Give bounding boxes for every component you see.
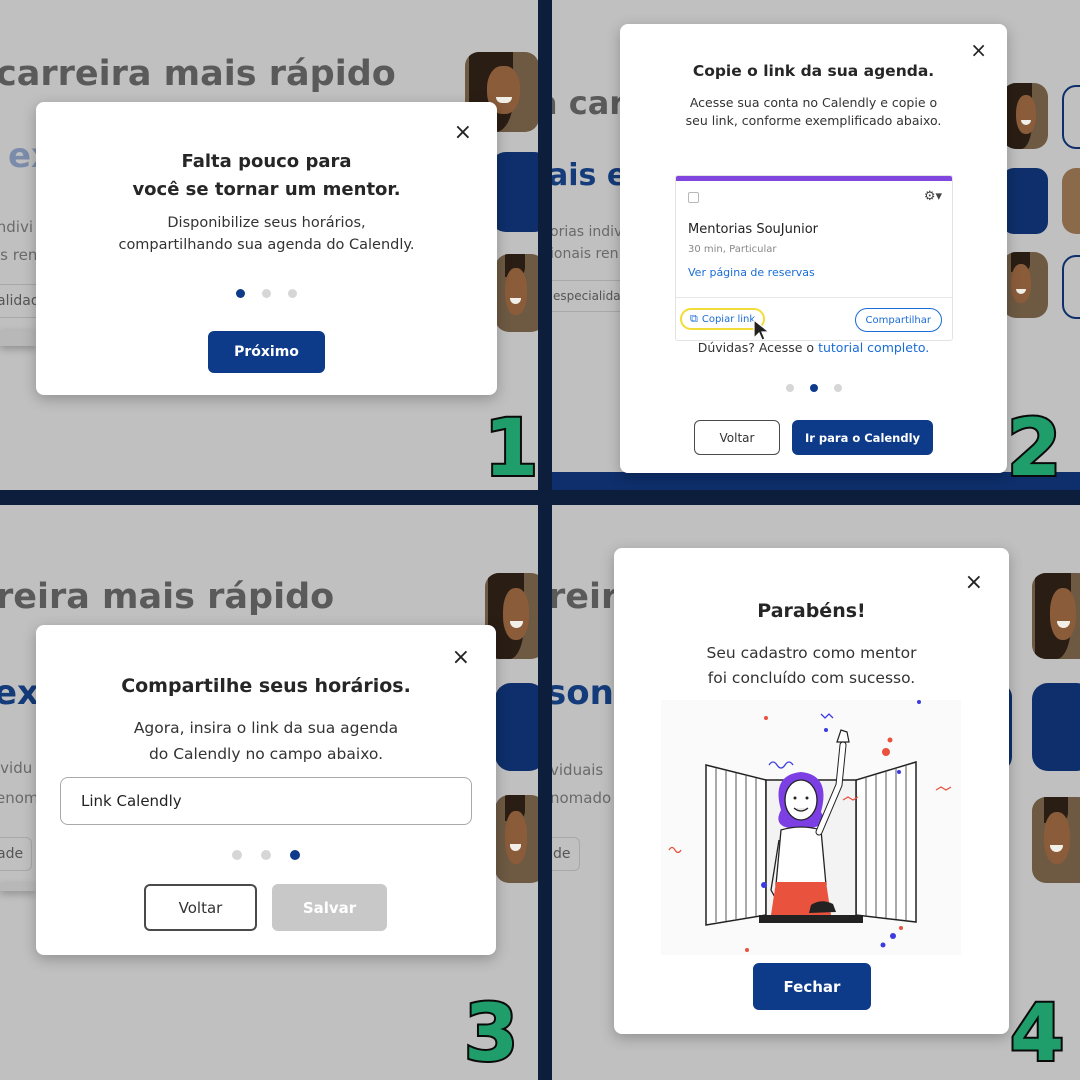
modal-text-line-2: compartilhando sua agenda do Calendly. <box>118 237 415 253</box>
modal-title: Falta pouco para você se tornar um mento… <box>36 148 497 204</box>
bg-card <box>0 330 36 346</box>
avatar <box>1002 252 1048 318</box>
modal-title: Compartilhe seus horários. <box>121 675 411 697</box>
bg-chip: de <box>552 837 580 871</box>
modal-text-line-1: Acesse sua conta no Calendly e copie o <box>689 95 938 110</box>
go-to-calendly-button[interactable]: Ir para o Calendly <box>792 420 933 455</box>
step-dot <box>232 850 242 860</box>
gear-icon: ⚙▾ <box>923 189 942 204</box>
copy-link-label: Copiar link <box>701 313 756 325</box>
bg-text: ividu <box>0 759 33 777</box>
avatar <box>1032 797 1080 883</box>
close-icon[interactable]: × <box>965 572 983 594</box>
avatar <box>1062 168 1080 234</box>
modal-title: Copie o link da sua agenda. <box>692 62 935 80</box>
divider <box>676 297 952 298</box>
booking-page-link: Ver página de reservas <box>688 266 815 279</box>
step-dot-active <box>809 384 818 392</box>
celebration-illustration <box>661 700 961 955</box>
close-button[interactable]: Fechar <box>753 963 871 1010</box>
cursor-icon <box>753 318 771 340</box>
modal-title-line-2: você se tornar um mentor. <box>132 179 401 200</box>
modal-text-line-1: Disponibilize seus horários, <box>167 215 366 231</box>
next-button[interactable]: Próximo <box>208 331 325 373</box>
step-indicator <box>620 384 1007 392</box>
panel-step-4: reira sona viduais nomado de × Parabéns!… <box>552 505 1080 1080</box>
modal-text: Agora, insira o link da sua agenda do Ca… <box>36 715 496 767</box>
event-name: Mentorias SouJunior <box>688 222 818 237</box>
modal-text: Acesse sua conta no Calendly e copie o s… <box>620 94 1007 130</box>
bg-outline-card <box>1062 255 1080 319</box>
modal-text-line-1: Agora, insira o link da sua agenda <box>133 719 399 737</box>
step-number-3: 3 <box>462 989 520 1079</box>
success-modal: × Parabéns! Seu cadastro como mentor foi… <box>614 548 1009 1034</box>
share-example: Compartilhar <box>854 308 942 332</box>
step-indicator <box>36 289 497 298</box>
bg-blue-card <box>1032 683 1080 771</box>
step-indicator <box>36 850 496 860</box>
help-text-label: Dúvidas? Acesse o <box>697 340 815 355</box>
bg-chip: ade <box>0 837 33 871</box>
step-number-1: 1 <box>482 404 538 490</box>
bg-heading: reira mais rápido <box>0 577 335 617</box>
checkbox-icon <box>688 192 699 203</box>
modal-title-line-1: Falta pouco para <box>181 151 352 172</box>
panel-step-2: a carr ais ex orias indiv ionais ren esp… <box>552 0 1080 490</box>
bg-text: s indivi <box>0 218 33 236</box>
copy-icon: ⧉ <box>690 312 698 325</box>
back-button[interactable]: Voltar <box>144 884 257 931</box>
panel-step-3: reira mais rápido exp ividu enom ade × C… <box>0 505 538 1080</box>
modal-text-line-1: Seu cadastro como mentor <box>706 644 917 662</box>
modal-title: Parabéns! <box>757 600 866 622</box>
close-icon[interactable]: × <box>970 40 987 60</box>
modal-text-line-2: do Calendly no campo abaixo. <box>148 745 384 763</box>
avatar <box>1002 83 1048 149</box>
onboarding-modal: × Compartilhe seus horários. Agora, insi… <box>36 625 496 955</box>
modal-text: Seu cadastro como mentor foi concluído c… <box>614 641 1009 691</box>
modal-text-line-2: seu link, conforme exemplificado abaixo. <box>685 113 942 128</box>
bg-blue-card <box>490 152 538 232</box>
save-button[interactable]: Salvar <box>272 884 387 931</box>
card-accent-bar <box>676 176 952 181</box>
close-icon[interactable]: × <box>454 122 472 144</box>
step-dot <box>262 289 271 298</box>
avatar <box>495 254 538 332</box>
avatar <box>1032 573 1080 659</box>
step-dot-active <box>236 289 245 298</box>
calendly-example-card: ⚙▾ Mentorias SouJunior 30 min, Particula… <box>675 175 953 341</box>
onboarding-modal: × Copie o link da sua agenda. Acesse sua… <box>620 24 1007 473</box>
modal-text: Disponibilize seus horários, compartilha… <box>36 212 497 256</box>
step-dot <box>288 289 297 298</box>
bg-outline-card <box>1062 85 1080 149</box>
bg-blue-card <box>495 683 538 771</box>
bg-heading: carreira mais rápido <box>0 54 396 94</box>
help-text: Dúvidas? Acesse o tutorial completo. <box>620 340 1007 355</box>
bg-footer-bar <box>552 472 1080 490</box>
onboarding-modal: × Falta pouco para você se tornar um men… <box>36 102 497 395</box>
step-dot <box>833 384 842 392</box>
back-button[interactable]: Voltar <box>694 420 780 455</box>
step-dot <box>261 850 271 860</box>
bg-text: nomado <box>552 789 612 807</box>
avatar <box>495 795 538 883</box>
step-number-4: 4 <box>1008 989 1066 1079</box>
bg-blue-card <box>1002 168 1048 234</box>
event-meta: 30 min, Particular <box>688 244 777 255</box>
calendly-link-input[interactable]: Link Calendly <box>60 777 472 825</box>
bg-text: ionais ren <box>552 246 619 262</box>
step-dot <box>785 384 794 392</box>
bg-text: enom <box>0 789 39 807</box>
close-icon[interactable]: × <box>452 647 470 669</box>
panel-step-1: carreira mais rápido ex s indivi is ren … <box>0 0 538 490</box>
bg-text: viduais <box>552 761 604 779</box>
bg-text: orias indiv <box>552 224 623 240</box>
tutorial-link[interactable]: tutorial completo. <box>818 340 929 355</box>
bg-text: is ren <box>0 246 38 264</box>
step-dot-active <box>290 850 300 860</box>
step-number-2: 2 <box>1005 404 1063 490</box>
bg-card <box>0 883 36 891</box>
modal-text-line-2: foi concluído com sucesso. <box>707 669 916 687</box>
